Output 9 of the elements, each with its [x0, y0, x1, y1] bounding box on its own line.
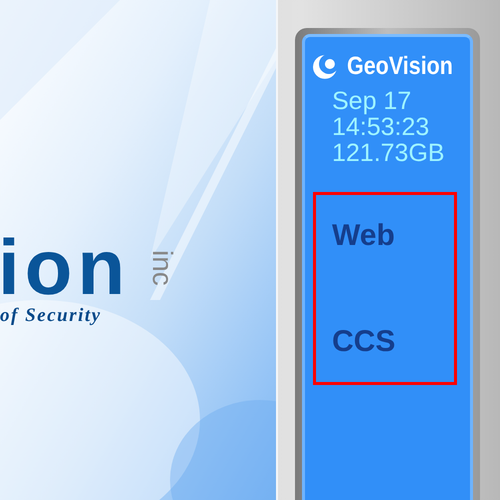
logo-wordmark: ion — [0, 228, 130, 306]
menu-link[interactable]: CCS — [332, 327, 396, 357]
time-text: 14:53:23 — [332, 114, 430, 140]
brand-name: GeoVision — [346, 54, 453, 79]
logo-suffix: inc — [148, 250, 176, 286]
storage-text: 121.73GB — [332, 140, 445, 166]
date-text: Sep 17 — [332, 88, 412, 114]
logo-tagline: of Security — [0, 306, 102, 325]
menu-link[interactable]: Web — [332, 221, 395, 251]
